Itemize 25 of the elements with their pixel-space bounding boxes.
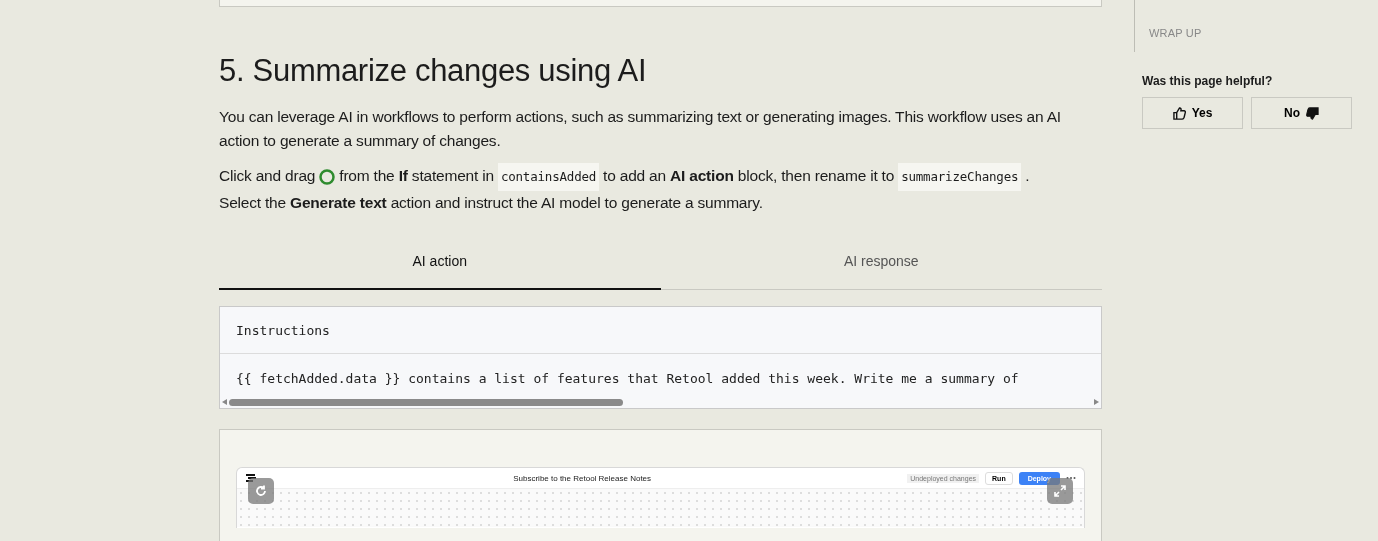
tab[interactable]: AI response (660, 239, 1102, 290)
section-heading: 5. Summarize changes using AI (219, 52, 648, 90)
app-title: Subscribe to the Retool Release Notes (512, 473, 653, 483)
thumbs-up-icon (1172, 106, 1186, 120)
body-text: to add an AI action block, then rename it to (603, 166, 895, 186)
code-line: {{ fetchAdded.data }} contains a list of features that Retool added this week. Write me a summary of (235, 370, 1020, 388)
tab[interactable]: AI action (219, 239, 661, 290)
reload-icon[interactable] (248, 478, 274, 504)
inline-code: containsAdded (497, 163, 600, 191)
intro-paragraph: You can leverage AI in workflows to perform actions, such as summarizing text or generating images. This workflow uses an AI action to generate a summary of changes. (219, 107, 1062, 151)
more-icon[interactable] (1066, 476, 1076, 480)
body-text: Select the Generate text action and instruct the AI model to generate a summary. (219, 193, 763, 213)
body-text: Click and drag (219, 166, 316, 186)
yes-button[interactable]: Yes (1142, 97, 1243, 129)
code-header: Instructions (220, 307, 1101, 354)
thumbs-down-icon (1306, 106, 1319, 120)
no-button[interactable]: No (1251, 97, 1352, 129)
scroll-left-icon[interactable] (222, 399, 227, 405)
body-text: . (1025, 166, 1030, 186)
circle-icon (319, 169, 336, 185)
feedback-question: Was this page helpful? (1142, 74, 1274, 88)
scrollbar[interactable] (220, 396, 1101, 408)
body-text: from the If statement in (339, 166, 494, 186)
scroll-right-icon[interactable] (1094, 399, 1099, 405)
inline-code: summarizeChanges (898, 163, 1022, 191)
